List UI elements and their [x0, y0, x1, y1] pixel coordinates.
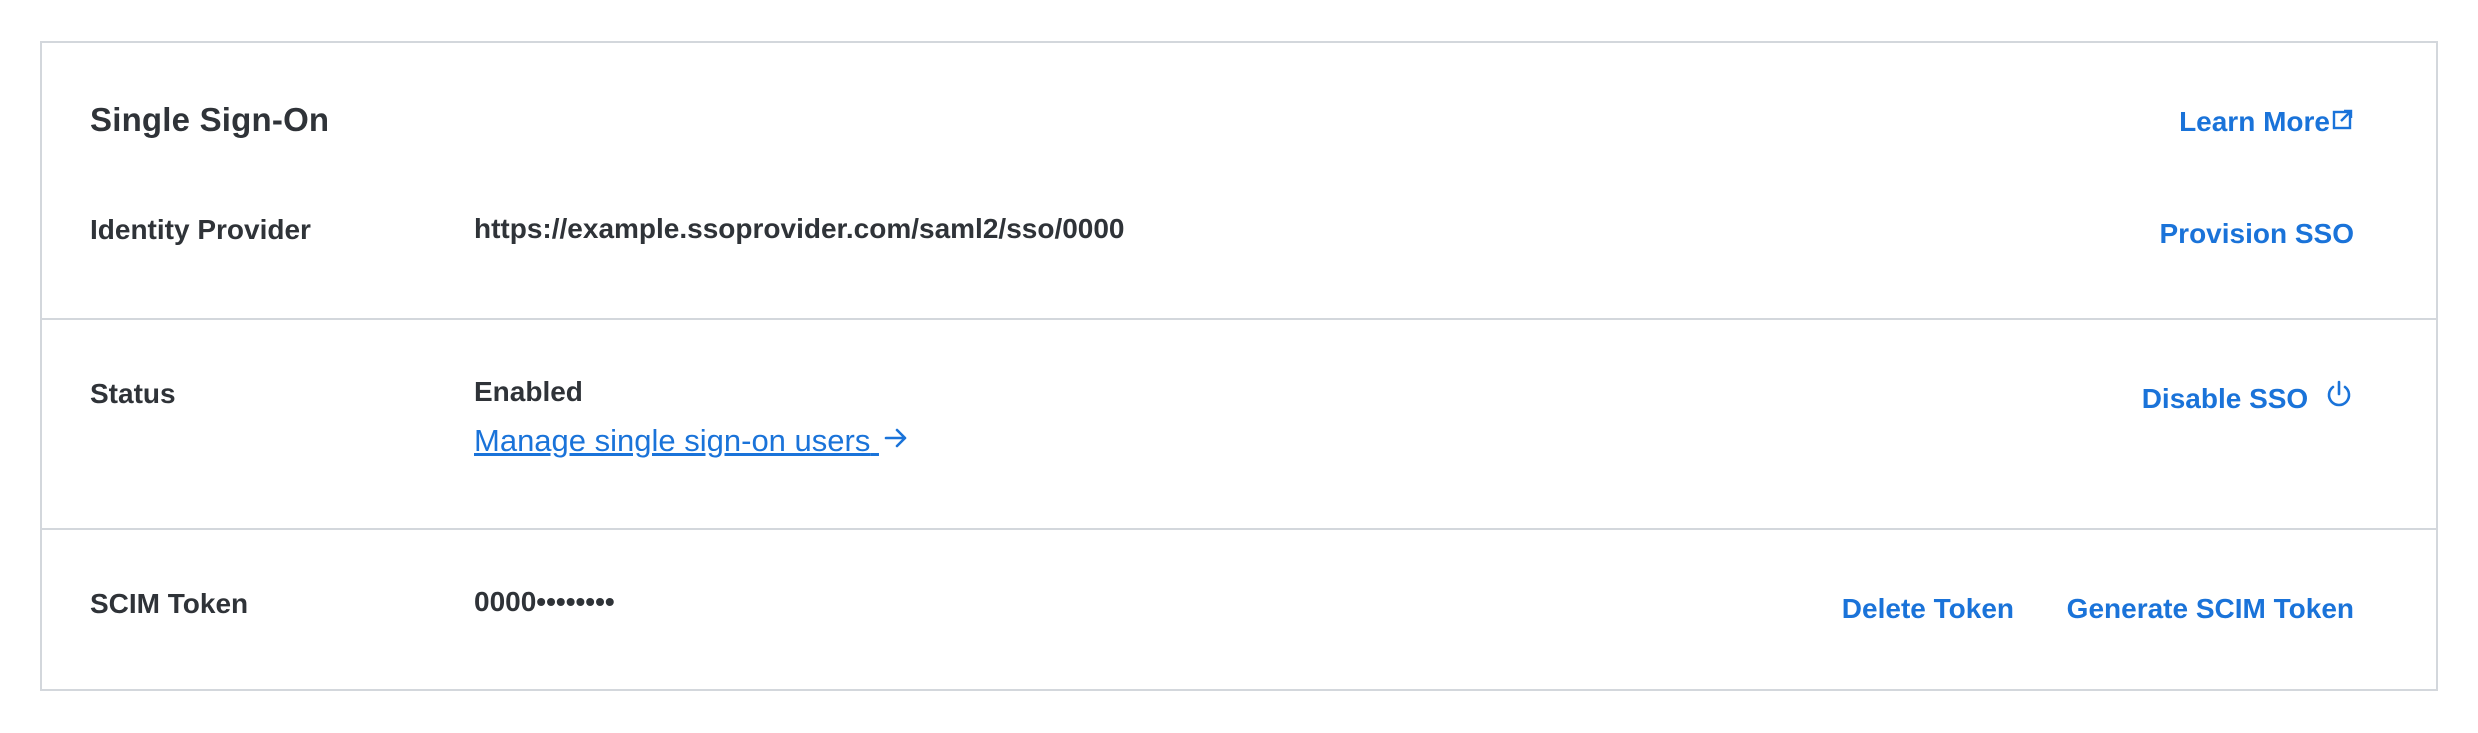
learn-more-label: Learn More — [2179, 106, 2330, 137]
identity-provider-url: https://example.ssoprovider.com/saml2/ss… — [474, 213, 1125, 244]
identity-provider-label: Identity Provider — [90, 214, 311, 245]
scim-token-value: 0000•••••••• — [474, 586, 615, 617]
status-label: Status — [90, 378, 176, 409]
manage-sso-users-link[interactable]: Manage single sign-on users — [474, 423, 909, 459]
power-icon — [2324, 379, 2354, 416]
manage-sso-users-label: Manage single sign-on users — [474, 423, 871, 458]
section-title: Single Sign-On — [90, 101, 330, 138]
generate-scim-token-link[interactable]: Generate SCIM Token — [2067, 593, 2354, 625]
disable-sso-label: Disable SSO — [2141, 383, 2309, 414]
section-divider — [42, 528, 2436, 530]
scim-token-label: SCIM Token — [90, 588, 249, 619]
learn-more-link[interactable]: Learn More — [2179, 106, 2354, 138]
delete-token-link[interactable]: Delete Token — [1842, 593, 2014, 625]
status-value: Enabled — [474, 376, 583, 407]
sso-card: Single Sign-On Learn More Identity Provi… — [40, 41, 2438, 691]
external-link-icon — [2332, 105, 2354, 137]
section-divider — [42, 318, 2436, 320]
provision-sso-link[interactable]: Provision SSO — [2160, 218, 2355, 250]
disable-sso-link[interactable]: Disable SSO — [2141, 380, 2354, 416]
arrow-right-icon — [883, 423, 909, 459]
